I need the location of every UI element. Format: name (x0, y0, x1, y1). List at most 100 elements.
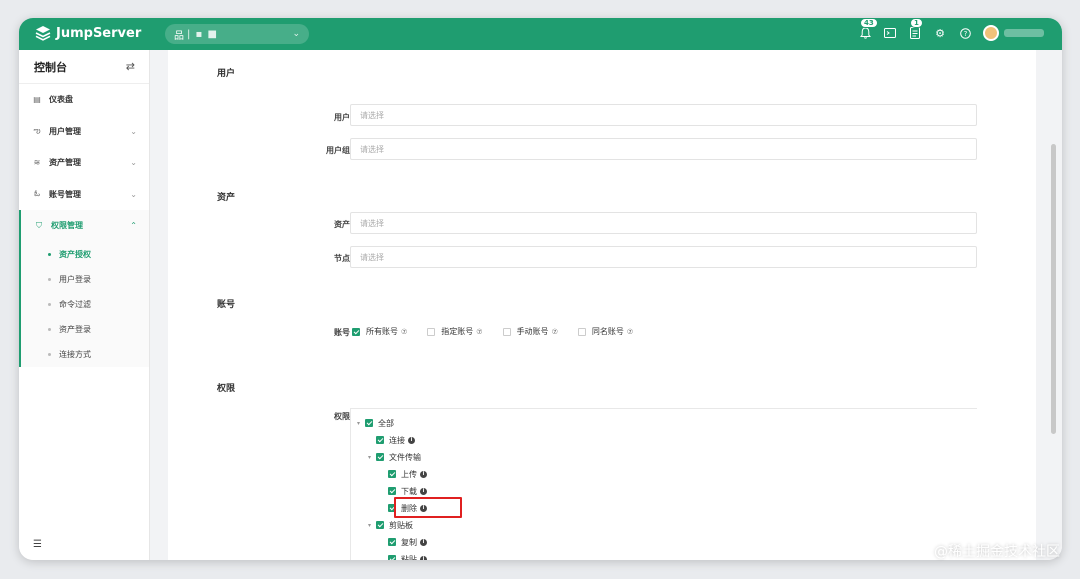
checkbox[interactable] (376, 436, 384, 444)
tree-node-label: 粘贴 (401, 554, 417, 561)
info-icon: i (420, 470, 427, 478)
chevron-down-icon: ⌄ (292, 29, 300, 39)
sidebar-group-permissions: ⛉ 权限管理 ⌃ 资产授权 用户登录 命令过滤 资产登录 连接方式 (19, 210, 149, 367)
node-select[interactable]: 请选择 (350, 246, 977, 268)
ticket-icon[interactable]: 1 (908, 18, 923, 42)
tree-node-all[interactable]: ▾ 全部 (354, 416, 394, 430)
sidebar-item-permissions[interactable]: ⛉ 权限管理 ⌃ (21, 210, 149, 242)
checkbox[interactable] (388, 487, 396, 495)
switch-view-icon[interactable]: ⇄ (126, 60, 135, 73)
checkbox[interactable] (388, 470, 396, 478)
form-panel: 用户 用户 请选择 用户组 请选择 资产 资产 请选择 节点 请选择 账号 账号 (168, 50, 1036, 560)
tree-node-connect[interactable]: 连接 i (376, 433, 415, 447)
user-group-select[interactable]: 请选择 (350, 138, 977, 160)
checkbox[interactable] (502, 327, 511, 336)
caret-down-icon[interactable]: ▾ (365, 454, 374, 461)
checkbox[interactable] (376, 521, 384, 529)
tree-node-label: 连接 (389, 435, 405, 445)
sidebar-subitem-user-login[interactable]: 用户登录 (21, 267, 149, 292)
tree-node-copy[interactable]: 复制 i (388, 535, 427, 549)
tree-node-label: 全部 (378, 418, 394, 428)
checkbox[interactable] (376, 453, 384, 461)
main-content: 用户 用户 请选择 用户组 请选择 资产 资产 请选择 节点 请选择 账号 账号 (150, 50, 1062, 560)
organization-select[interactable]: 品 | ▪ ■ ⌄ (165, 24, 309, 44)
notification-count: 43 (860, 18, 878, 28)
tree-node-upload[interactable]: 上传 i (388, 467, 427, 481)
help-icon: ⑦ (626, 327, 634, 336)
sidebar-subitem-asset-permission[interactable]: 资产授权 (21, 242, 149, 267)
settings-icon[interactable]: ⚙ (933, 24, 947, 42)
bullet-icon (48, 302, 51, 306)
info-icon: i (420, 555, 427, 560)
node-label: 节点 (334, 254, 350, 263)
account-label: 账号 (334, 328, 350, 337)
account-option-label: 手动账号 (516, 327, 549, 336)
tree-node-file-transfer[interactable]: ▾ 文件传输 (365, 450, 421, 464)
sidebar-item-dashboard[interactable]: ▤ 仪表盘 (19, 84, 149, 116)
avatar[interactable] (983, 25, 999, 41)
sidebar-item-label: 仪表盘 (49, 95, 73, 105)
checkbox[interactable] (427, 327, 436, 336)
caret-down-icon[interactable]: ▾ (354, 420, 363, 427)
top-actions: 43 1 ⚙ ? (858, 18, 1044, 42)
section-title-asset: 资产 (217, 193, 236, 203)
ticket-count: 1 (910, 18, 923, 28)
sidebar-item-label: 账号管理 (49, 189, 81, 199)
user-name[interactable] (1004, 29, 1044, 37)
accounts-icon: ఓ (34, 188, 40, 198)
bell-icon[interactable]: 43 (858, 18, 878, 42)
checkbox[interactable] (577, 327, 586, 336)
organization-name: | ▪ ■ (187, 28, 218, 40)
scrollbar[interactable] (1051, 144, 1056, 434)
account-option-all[interactable]: 所有账号 ⑦ (352, 326, 407, 337)
help-icon[interactable]: ? (958, 24, 972, 42)
sidebar-subitem-asset-login[interactable]: 资产登录 (21, 317, 149, 342)
asset-label: 资产 (334, 220, 350, 229)
user-select[interactable]: 请选择 (350, 104, 977, 126)
tree-node-clipboard[interactable]: ▾ 剪贴板 (365, 518, 413, 532)
account-options: 所有账号 ⑦ 指定账号 ⑦ 手动账号 ⑦ 同名账号 ⑦ (352, 326, 653, 337)
sidebar-item-accounts[interactable]: ఓ 账号管理 ⌄ (19, 179, 149, 211)
sidebar-title: 控制台 (34, 60, 67, 74)
sidebar-subitem-command-filter[interactable]: 命令过滤 (21, 292, 149, 317)
permission-tree (350, 408, 977, 560)
sidebar-nav: ▤ 仪表盘 ఌ 用户管理 ⌄ ≋ 资产管理 ⌄ ఓ 账号管理 ⌄ ⛉ 权限管理 … (19, 84, 149, 367)
asset-select[interactable]: 请选择 (350, 212, 977, 234)
bullet-icon (48, 327, 51, 331)
logo[interactable]: JumpServer (35, 25, 141, 41)
account-option-label: 同名账号 (591, 327, 624, 336)
sidebar-subitem-label: 命令过滤 (59, 299, 91, 309)
account-option-label: 所有账号 (366, 327, 398, 336)
account-option-label: 指定账号 (441, 327, 474, 336)
svg-text:?: ? (963, 30, 967, 38)
sidebar-item-label: 用户管理 (49, 126, 81, 136)
tree-node-label: 复制 (401, 537, 417, 547)
collapse-sidebar-icon[interactable]: ☰ (33, 539, 42, 550)
chevron-down-icon: ⌄ (130, 189, 137, 199)
brand-name: JumpServer (56, 25, 142, 41)
tree-node-paste[interactable]: 粘贴 i (388, 552, 427, 560)
sidebar-subitem-label: 资产登录 (59, 324, 91, 334)
checkbox[interactable] (388, 538, 396, 546)
shield-icon: ⛉ (36, 220, 42, 230)
section-title-permission: 权限 (217, 384, 236, 394)
sidebar-subitem-connect-method[interactable]: 连接方式 (21, 342, 149, 367)
checkbox[interactable] (352, 327, 360, 336)
checkbox[interactable] (388, 555, 396, 560)
section-title-user: 用户 (217, 69, 236, 79)
tree-node-label: 上传 (401, 469, 417, 479)
tree-node-label: 文件传输 (389, 452, 421, 462)
account-option-manual[interactable]: 手动账号 ⑦ (502, 326, 558, 337)
terminal-icon[interactable] (883, 24, 897, 42)
account-option-specified[interactable]: 指定账号 ⑦ (427, 326, 483, 337)
caret-down-icon[interactable]: ▾ (365, 522, 374, 529)
sidebar-item-assets[interactable]: ≋ 资产管理 ⌄ (19, 147, 149, 179)
help-icon: ⑦ (551, 327, 558, 336)
tree-node-download[interactable]: 下载 i (388, 484, 427, 498)
account-option-same-name[interactable]: 同名账号 ⑦ (577, 326, 634, 337)
help-icon: ⑦ (476, 327, 483, 336)
asset-select-placeholder: 请选择 (360, 218, 384, 228)
checkbox[interactable] (365, 419, 373, 427)
sidebar-item-users[interactable]: ఌ 用户管理 ⌄ (19, 116, 149, 148)
chevron-up-icon: ⌃ (130, 221, 137, 231)
